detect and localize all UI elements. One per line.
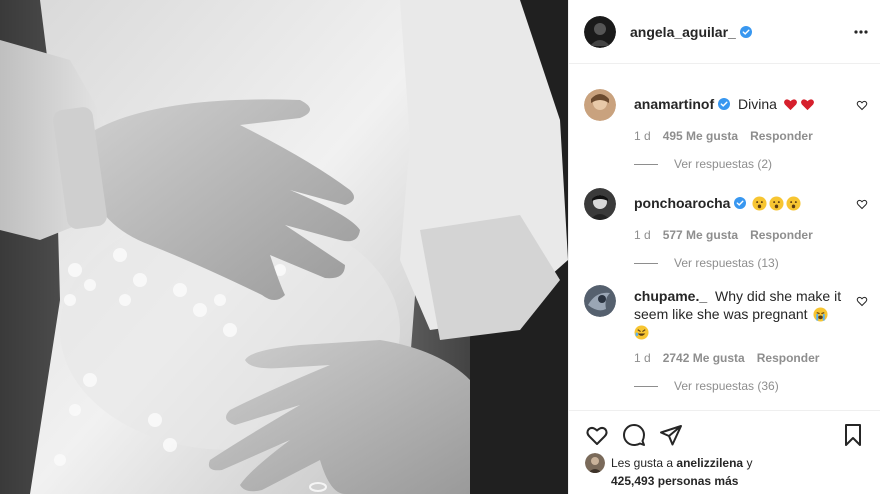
divider-line bbox=[634, 262, 658, 264]
divider-line bbox=[634, 385, 658, 387]
commenter-avatar[interactable] bbox=[584, 89, 616, 121]
view-replies-button[interactable]: Ver respuestas (36) bbox=[634, 379, 874, 393]
view-replies-button[interactable]: Ver respuestas (2) bbox=[634, 157, 874, 171]
comment-like-heart-icon[interactable] bbox=[856, 198, 868, 210]
maternity-photo-illustration bbox=[0, 0, 568, 494]
astonished-face-icon bbox=[769, 196, 784, 211]
likes-count[interactable]: 425,493 bbox=[611, 474, 654, 488]
likes-connector: y bbox=[746, 456, 753, 470]
comment-meta: 1 d 2742 Me gusta Responder bbox=[634, 351, 874, 365]
post-header: angela_aguilar_ bbox=[569, 0, 880, 64]
comment-icon[interactable] bbox=[622, 423, 646, 447]
comment-like-heart-icon[interactable] bbox=[856, 295, 868, 307]
comment-item: ponchoarocha 1 d 577 Me gusta Responder … bbox=[584, 188, 874, 270]
more-horizontal-icon[interactable] bbox=[853, 24, 869, 40]
likes-prefix: Les gusta a bbox=[611, 456, 674, 470]
red-heart-icon bbox=[800, 99, 814, 111]
comment-likes[interactable]: 495 Me gusta bbox=[663, 129, 738, 143]
likes-summary: Les gusta a anelizzilena y 425,493 perso… bbox=[585, 453, 875, 490]
comment-time[interactable]: 1 d bbox=[634, 351, 651, 365]
comment-time[interactable]: 1 d bbox=[634, 129, 651, 143]
author-username[interactable]: angela_aguilar_ bbox=[630, 24, 736, 40]
likes-suffix[interactable]: personas más bbox=[658, 474, 739, 488]
reply-button[interactable]: Responder bbox=[757, 351, 820, 365]
rolling-laughing-face-icon bbox=[634, 325, 649, 340]
comment-likes[interactable]: 2742 Me gusta bbox=[663, 351, 745, 365]
loudly-crying-face-icon bbox=[813, 307, 828, 322]
instagram-post: angela_aguilar_ anamartinof Divina 1 d 4… bbox=[0, 0, 880, 494]
comment-item: chupame._ Why did she make it seem like … bbox=[584, 285, 874, 393]
divider-line bbox=[634, 163, 658, 165]
commenter-username[interactable]: anamartinof bbox=[634, 96, 714, 112]
red-heart-icon bbox=[783, 99, 797, 111]
comment-like-heart-icon[interactable] bbox=[856, 99, 868, 111]
comment-likes[interactable]: 577 Me gusta bbox=[663, 228, 738, 242]
view-replies-button[interactable]: Ver respuestas (13) bbox=[634, 256, 874, 270]
astonished-face-icon bbox=[752, 196, 767, 211]
likes-text: Les gusta a anelizzilena y 425,493 perso… bbox=[611, 454, 752, 490]
comment-meta: 1 d 495 Me gusta Responder bbox=[634, 129, 874, 143]
comment-meta: 1 d 577 Me gusta Responder bbox=[634, 228, 874, 242]
author-avatar[interactable] bbox=[584, 15, 616, 48]
reply-button[interactable]: Responder bbox=[750, 129, 813, 143]
view-replies-label: Ver respuestas (13) bbox=[674, 256, 779, 270]
comment-text: Divina bbox=[738, 96, 777, 112]
verified-badge-icon bbox=[718, 98, 731, 110]
liker-avatar[interactable] bbox=[585, 453, 605, 473]
reply-button[interactable]: Responder bbox=[750, 228, 813, 242]
bookmark-icon[interactable] bbox=[841, 423, 865, 447]
post-actions-bar bbox=[569, 410, 880, 454]
comment-time[interactable]: 1 d bbox=[634, 228, 651, 242]
comments-list[interactable]: anamartinof Divina 1 d 495 Me gusta Resp… bbox=[569, 65, 880, 410]
astonished-face-icon bbox=[786, 196, 801, 211]
view-replies-label: Ver respuestas (2) bbox=[674, 157, 773, 171]
comment-item: anamartinof Divina 1 d 495 Me gusta Resp… bbox=[584, 89, 874, 171]
post-photo[interactable] bbox=[0, 0, 568, 494]
liker-username[interactable]: anelizzilena bbox=[676, 456, 743, 470]
commenter-username[interactable]: ponchoarocha bbox=[634, 195, 730, 211]
post-sidebar: angela_aguilar_ anamartinof Divina 1 d 4… bbox=[568, 0, 880, 494]
share-icon[interactable] bbox=[659, 423, 683, 447]
view-replies-label: Ver respuestas (36) bbox=[674, 379, 779, 393]
commenter-avatar[interactable] bbox=[584, 285, 616, 317]
heart-icon[interactable] bbox=[585, 423, 609, 447]
verified-badge-icon bbox=[734, 197, 747, 209]
commenter-avatar[interactable] bbox=[584, 188, 616, 220]
verified-badge-icon bbox=[739, 25, 752, 38]
commenter-username[interactable]: chupame._ bbox=[634, 288, 707, 304]
